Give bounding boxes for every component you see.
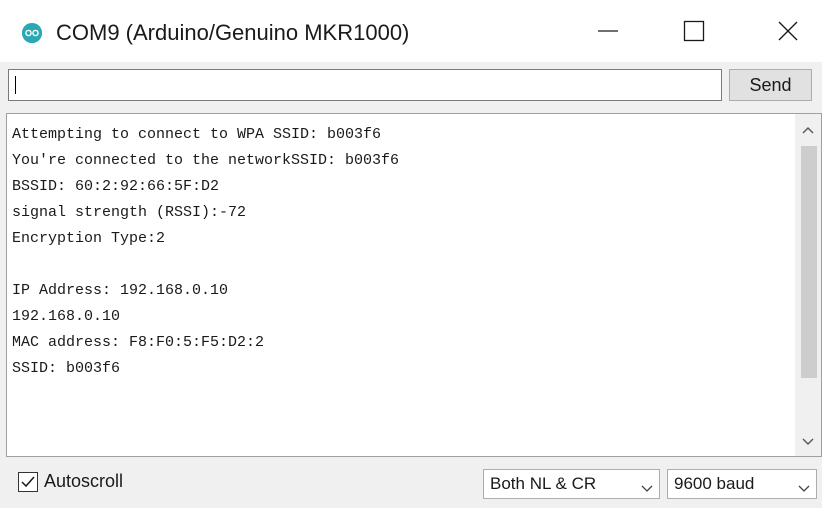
maximize-button[interactable] [664,8,724,58]
vertical-scrollbar[interactable] [795,114,821,456]
line-ending-value: Both NL & CR [490,474,597,493]
checkmark-icon [21,476,35,487]
serial-input[interactable] [8,69,722,101]
close-icon [777,20,799,47]
baud-rate-value: 9600 baud [674,474,755,493]
serial-monitor-window: COM9 (Arduino/Genuino MKR1000) Send Atte… [0,0,822,508]
chevron-down-icon [798,478,810,498]
chevron-up-icon [802,121,814,139]
title-bar[interactable]: COM9 (Arduino/Genuino MKR1000) [0,0,822,62]
maximize-icon [683,20,705,47]
serial-output[interactable]: Attempting to connect to WPA SSID: b003f… [6,113,822,457]
send-button[interactable]: Send [729,69,812,101]
line-ending-select[interactable]: Both NL & CR [483,469,660,499]
output-line: BSSID: 60:2:92:66:5F:D2 [12,178,220,195]
output-line: SSID: b003f6 [12,360,121,377]
arduino-icon [22,23,42,43]
output-line: signal strength (RSSI):-72 [12,204,247,221]
scroll-up-button[interactable] [795,116,821,144]
output-line: 192.168.0.10 [12,308,121,325]
output-line: MAC address: F8:F0:5:F5:D2:2 [12,334,265,351]
minimize-button[interactable] [578,8,638,58]
scroll-thumb[interactable] [801,146,817,378]
close-button[interactable] [758,8,818,58]
minimize-icon [597,20,619,47]
output-text: Attempting to connect to WPA SSID: b003f… [12,122,792,382]
output-line: IP Address: 192.168.0.10 [12,282,229,299]
text-caret [15,76,16,94]
output-line: Attempting to connect to WPA SSID: b003f… [12,126,382,143]
chevron-down-icon [641,478,653,498]
status-bar: Autoscroll Both NL & CR 9600 baud [0,457,822,508]
send-row: Send [0,62,822,110]
autoscroll-toggle[interactable]: Autoscroll [18,471,123,492]
window-title: COM9 (Arduino/Genuino MKR1000) [56,20,410,45]
output-line: You're connected to the networkSSID: b00… [12,152,400,169]
scroll-down-button[interactable] [795,428,821,456]
autoscroll-checkbox[interactable] [18,471,38,492]
baud-rate-select[interactable]: 9600 baud [667,469,817,499]
autoscroll-label: Autoscroll [44,471,124,491]
chevron-down-icon [802,433,814,451]
output-line: Encryption Type:2 [12,230,166,247]
